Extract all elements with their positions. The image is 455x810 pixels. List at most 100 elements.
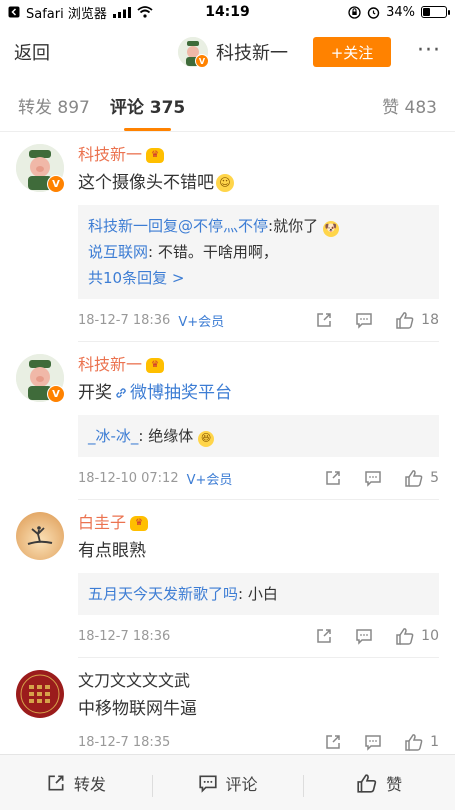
comment-text: 开奖 微博抽奖平台 bbox=[78, 381, 439, 405]
battery-level bbox=[423, 8, 431, 16]
comment-text-content: 中移物联网牛逼 bbox=[78, 699, 197, 719]
commenter-name-text: 科技新一 bbox=[78, 355, 143, 374]
share-button[interactable] bbox=[324, 469, 342, 487]
like-count: 1 bbox=[430, 734, 439, 750]
comment-text-content: 这个摄像头不错吧 bbox=[78, 173, 214, 193]
commenter-avatar[interactable] bbox=[16, 512, 64, 560]
reply-box[interactable]: _冰-冰_: 绝缘体 😆 bbox=[78, 415, 439, 457]
back-button[interactable]: 返回 bbox=[14, 39, 50, 65]
thumbs-up-icon bbox=[405, 734, 423, 751]
share-button[interactable] bbox=[315, 311, 333, 329]
signal-icon bbox=[112, 6, 131, 18]
comment-icon bbox=[365, 471, 381, 487]
like-button[interactable]: 18 bbox=[395, 311, 439, 329]
commenter-avatar[interactable] bbox=[16, 670, 64, 718]
like-button[interactable]: 5 bbox=[404, 469, 439, 487]
reply-item: _冰-冰_: 绝缘体 😆 bbox=[88, 423, 429, 449]
tab-repost[interactable]: 转发 897 bbox=[18, 80, 90, 131]
commenter-name[interactable]: 白圭子 ♛ bbox=[78, 512, 439, 534]
tab-likes[interactable]: 赞 483 bbox=[382, 80, 437, 131]
comment-icon bbox=[365, 735, 381, 751]
smile-emoji-icon: ☺ bbox=[216, 174, 234, 192]
commenter-avatar[interactable]: V bbox=[16, 144, 65, 193]
back-to-app-icon[interactable] bbox=[8, 6, 20, 18]
alarm-icon bbox=[367, 6, 380, 19]
battery-percent: 34% bbox=[386, 4, 415, 20]
vip-crown-icon: ♛ bbox=[130, 515, 149, 531]
bottom-action-bar: 转发 评论 赞 bbox=[0, 754, 455, 810]
reply-button[interactable] bbox=[364, 469, 382, 487]
like-count: 18 bbox=[421, 312, 439, 328]
orientation-lock-icon bbox=[348, 5, 361, 19]
more-replies-link[interactable]: 共10条回复 > bbox=[88, 265, 429, 291]
commenter-name[interactable]: 科技新一 ♛ bbox=[78, 354, 439, 376]
reply-button[interactable] bbox=[355, 311, 373, 329]
reply-item: 科技新一回复@不停灬不停:就你了 🐶 bbox=[88, 213, 429, 239]
commenter-name[interactable]: 文刀文文文文武 bbox=[78, 670, 439, 692]
nav-profile[interactable]: V 科技新一 bbox=[178, 37, 288, 68]
reply-item: 说互联网: 不错。干啥用啊， bbox=[88, 239, 429, 265]
thumbs-up-icon bbox=[396, 312, 414, 329]
follow-button[interactable]: +关注 bbox=[313, 37, 391, 67]
lottery-link[interactable]: 微博抽奖平台 bbox=[130, 381, 232, 405]
bottom-repost-label: 转发 bbox=[73, 774, 106, 794]
reply-text: :就你了 bbox=[268, 217, 319, 235]
comment-icon bbox=[198, 775, 217, 793]
vip-label[interactable]: V+会员 bbox=[178, 311, 224, 330]
vip-crown-icon: ♛ bbox=[146, 357, 165, 373]
reply-box[interactable]: 五月天今天发新歌了吗: 小白 bbox=[78, 573, 439, 615]
laughing-emoji-icon: 😆 bbox=[198, 431, 215, 447]
comment-icon bbox=[356, 629, 372, 645]
commenter-name[interactable]: 科技新一 ♛ bbox=[78, 144, 439, 166]
tab-bar: 转发 897 评论 375 赞 483 bbox=[0, 80, 455, 132]
nav-bar: 返回 V 科技新一 +关注 ··· bbox=[0, 24, 455, 80]
reply-user[interactable]: 说互联网 bbox=[88, 243, 148, 261]
thumbs-up-icon bbox=[396, 628, 414, 645]
bottom-like-label: 赞 bbox=[386, 774, 403, 794]
reply-button[interactable] bbox=[355, 627, 373, 645]
dancer-silhouette-avatar-icon bbox=[16, 512, 64, 560]
share-icon bbox=[317, 629, 331, 643]
comment-item: 文刀文文文文武 中移物联网牛逼 18-12-7 18:35 1 bbox=[0, 658, 455, 764]
comment-text: 这个摄像头不错吧 ☺ bbox=[78, 171, 439, 195]
tab-comments[interactable]: 评论 375 bbox=[110, 80, 185, 131]
vip-label[interactable]: V+会员 bbox=[187, 469, 233, 488]
red-seal-avatar-icon bbox=[16, 670, 64, 718]
comment-actions: 18 bbox=[293, 311, 439, 329]
commenter-avatar[interactable]: V bbox=[16, 354, 65, 403]
like-button[interactable]: 1 bbox=[404, 733, 439, 751]
vip-crown-icon: ♛ bbox=[146, 147, 165, 163]
verified-badge: V bbox=[47, 385, 65, 403]
comment-meta: 18-12-7 18:36 10 bbox=[78, 625, 439, 647]
more-options-button[interactable]: ··· bbox=[417, 38, 441, 63]
comment-actions: 1 bbox=[302, 733, 439, 751]
carrier-label: Safari 浏览器 bbox=[26, 6, 107, 22]
commenter-name-text: 科技新一 bbox=[78, 145, 143, 164]
share-icon bbox=[48, 775, 64, 790]
reply-user[interactable]: 科技新一回复@不停灬不停 bbox=[88, 217, 268, 235]
comment-time: 18-12-10 07:12 bbox=[78, 470, 179, 486]
bottom-like-button[interactable]: 赞 bbox=[303, 771, 455, 797]
reply-user[interactable]: 五月天今天发新歌了吗 bbox=[88, 585, 238, 603]
wifi-icon bbox=[137, 6, 153, 18]
reply-user[interactable]: _冰-冰_ bbox=[88, 427, 138, 445]
verified-badge: V bbox=[195, 54, 209, 68]
thumbs-up-icon bbox=[405, 470, 423, 487]
commenter-name-text: 白圭子 bbox=[78, 513, 127, 532]
bottom-comment-button[interactable]: 评论 bbox=[151, 771, 304, 797]
bottom-repost-button[interactable]: 转发 bbox=[0, 771, 152, 795]
share-icon bbox=[317, 313, 331, 327]
reply-item: 五月天今天发新歌了吗: 小白 bbox=[88, 581, 429, 607]
share-button[interactable] bbox=[315, 627, 333, 645]
comment-item: V 科技新一 ♛ 开奖 微博抽奖平台 _冰-冰_: 绝缘体 😆 18-12-10… bbox=[0, 342, 455, 500]
share-icon bbox=[326, 735, 340, 749]
comment-text-prefix: 开奖 bbox=[78, 383, 112, 403]
comment-actions: 5 bbox=[302, 469, 439, 487]
link-icon bbox=[116, 388, 126, 398]
like-count: 5 bbox=[430, 470, 439, 486]
reply-box[interactable]: 科技新一回复@不停灬不停:就你了 🐶 说互联网: 不错。干啥用啊， 共10条回复… bbox=[78, 205, 439, 299]
like-button[interactable]: 10 bbox=[395, 627, 439, 645]
reply-text: : 绝缘体 bbox=[138, 427, 194, 445]
reply-button[interactable] bbox=[364, 733, 382, 751]
share-button[interactable] bbox=[324, 733, 342, 751]
